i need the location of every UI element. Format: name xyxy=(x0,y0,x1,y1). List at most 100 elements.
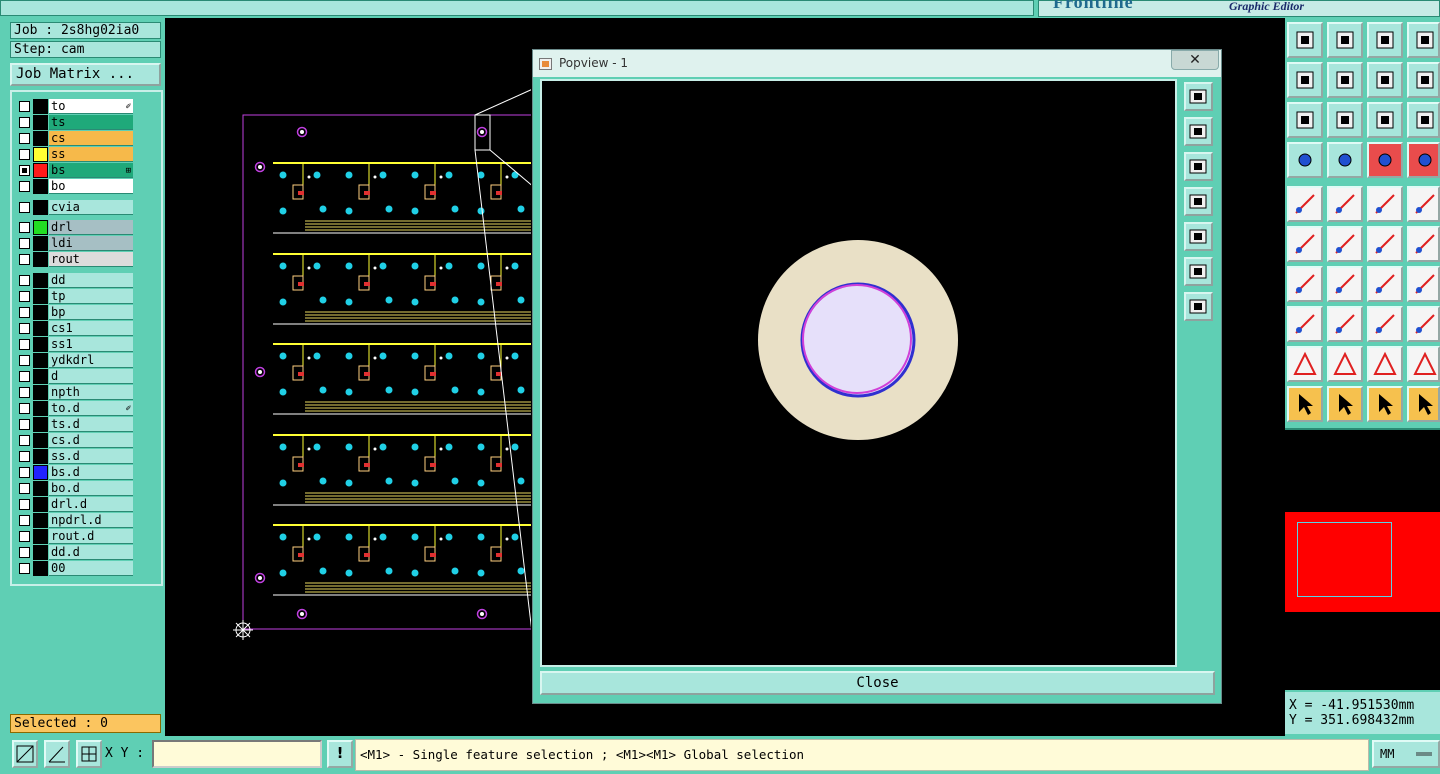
layer-row-npdrl.d[interactable]: npdrl.d xyxy=(14,513,134,528)
layer-checkbox[interactable] xyxy=(19,291,30,302)
layer-row-rout.d[interactable]: rout.d xyxy=(14,529,134,544)
layer-color-swatch[interactable] xyxy=(33,289,48,304)
warning-button[interactable]: ! xyxy=(327,740,353,768)
layer-checkbox[interactable] xyxy=(19,499,30,510)
layer-checkbox[interactable] xyxy=(19,222,30,233)
layer-name[interactable]: bo xyxy=(49,179,133,194)
help-icon[interactable] xyxy=(1407,102,1440,138)
layer-name[interactable]: bo.d xyxy=(49,481,133,496)
layer-checkbox[interactable] xyxy=(19,101,30,112)
layer-row-tp[interactable]: tp xyxy=(14,289,134,304)
layer-color-swatch[interactable] xyxy=(33,147,48,162)
layer-name[interactable]: ss.d xyxy=(49,449,133,464)
layer-row-ss.d[interactable]: ss.d xyxy=(14,449,134,464)
job-matrix-button[interactable]: Job Matrix ... xyxy=(10,63,161,86)
layer-checkbox[interactable] xyxy=(19,483,30,494)
layer-name[interactable]: drl xyxy=(49,220,133,235)
grid-corner-icon[interactable] xyxy=(1407,22,1440,58)
layer-name[interactable]: npth xyxy=(49,385,133,400)
layer-name[interactable]: ydkdrl xyxy=(49,353,133,368)
pad-add-icon[interactable] xyxy=(1287,186,1323,222)
layer-checkbox[interactable] xyxy=(19,238,30,249)
layer-name[interactable]: to ✐ xyxy=(49,99,133,114)
layer-checkbox[interactable] xyxy=(19,275,30,286)
layer-name[interactable]: tp xyxy=(49,289,133,304)
layer-name[interactable]: to.d ✐ xyxy=(49,401,133,416)
layer-name[interactable]: cvia xyxy=(49,200,133,215)
select-pointer-2-icon[interactable] xyxy=(1327,386,1363,422)
line-icon[interactable] xyxy=(1327,266,1363,302)
layer-color-swatch[interactable] xyxy=(33,305,48,320)
layer-checkbox[interactable] xyxy=(19,181,30,192)
layer-checkbox[interactable] xyxy=(19,531,30,542)
export-icon[interactable] xyxy=(1327,22,1363,58)
triangle-icon[interactable] xyxy=(1287,346,1323,382)
close-button[interactable]: Close xyxy=(540,671,1215,695)
home-icon[interactable] xyxy=(1287,22,1323,58)
layer-row-bp[interactable]: bp xyxy=(14,305,134,320)
layer-checkbox[interactable] xyxy=(19,165,30,176)
layer-color-swatch[interactable] xyxy=(33,417,48,432)
layer-name[interactable]: npdrl.d xyxy=(49,513,133,528)
layer-row-to[interactable]: to ✐ xyxy=(14,99,134,114)
layer-checkbox[interactable] xyxy=(19,254,30,265)
layer-color-swatch[interactable] xyxy=(33,465,48,480)
select-pointer-3-icon[interactable] xyxy=(1367,386,1403,422)
layer-checkbox[interactable] xyxy=(19,547,30,558)
box-icon[interactable] xyxy=(1367,306,1403,342)
layer-color-swatch[interactable] xyxy=(33,236,48,251)
layer-name[interactable]: cs1 xyxy=(49,321,133,336)
measure-tool-icon[interactable] xyxy=(1287,142,1323,178)
layer-name[interactable]: bs.d xyxy=(49,465,133,480)
layer-color-swatch[interactable] xyxy=(33,433,48,448)
dot-icon[interactable] xyxy=(1407,186,1440,222)
layer-name[interactable]: d xyxy=(49,369,133,384)
layer-name[interactable]: ss1 xyxy=(49,337,133,352)
layer-row-npth[interactable]: npth xyxy=(14,385,134,400)
house-icon[interactable] xyxy=(1367,22,1403,58)
layer-color-swatch[interactable] xyxy=(33,449,48,464)
overview-map[interactable] xyxy=(1285,428,1440,690)
arrow-right-icon[interactable] xyxy=(1327,62,1363,98)
layer-row-cvia[interactable]: cvia xyxy=(14,200,134,215)
net-compare-icon[interactable] xyxy=(1407,142,1440,178)
zoom-area-icon[interactable] xyxy=(12,740,38,768)
layer-name[interactable]: ldi xyxy=(49,236,133,251)
layer-color-swatch[interactable] xyxy=(33,529,48,544)
layer-row-ts.d[interactable]: ts.d xyxy=(14,417,134,432)
layer-row-drl.d[interactable]: drl.d xyxy=(14,497,134,512)
layer-name[interactable]: rout.d xyxy=(49,529,133,544)
grid-icon[interactable] xyxy=(1327,142,1363,178)
layer-checkbox[interactable] xyxy=(19,435,30,446)
zoom-fit-icon[interactable] xyxy=(1287,102,1323,138)
layer-color-swatch[interactable] xyxy=(33,385,48,400)
layer-row-00[interactable]: 00 xyxy=(14,561,134,576)
layer-name[interactable]: bp xyxy=(49,305,133,320)
layer-color-swatch[interactable] xyxy=(33,220,48,235)
layer-row-ss[interactable]: ss xyxy=(14,147,134,162)
arch-cross-icon[interactable] xyxy=(1407,346,1440,382)
graphic-canvas[interactable]: Popview - 1 ✕ Close xyxy=(165,18,1285,736)
arrow-left-icon[interactable] xyxy=(1287,62,1323,98)
layer-name[interactable]: bs ⊞ xyxy=(49,163,133,178)
layer-name[interactable]: rout xyxy=(49,252,133,267)
layer-row-bs.d[interactable]: bs.d xyxy=(14,465,134,480)
layer-row-d[interactable]: d xyxy=(14,369,134,384)
layer-checkbox[interactable] xyxy=(19,515,30,526)
net-highlight-icon[interactable] xyxy=(1367,142,1403,178)
layer-checkbox[interactable] xyxy=(19,339,30,350)
close-icon[interactable]: ✕ xyxy=(1171,50,1219,70)
flip-icon[interactable] xyxy=(1407,266,1440,302)
layer-color-swatch[interactable] xyxy=(33,321,48,336)
zoom-out-icon[interactable] xyxy=(1184,292,1213,321)
xy-input[interactable] xyxy=(152,740,322,768)
layer-color-swatch[interactable] xyxy=(33,163,48,178)
angle-measure-icon[interactable] xyxy=(44,740,70,768)
layer-checkbox[interactable] xyxy=(19,563,30,574)
minus-icon[interactable] xyxy=(1327,306,1363,342)
layer-row-cs1[interactable]: cs1 xyxy=(14,321,134,336)
arrow-pad-icon[interactable] xyxy=(1367,226,1403,262)
layer-row-dd[interactable]: dd xyxy=(14,273,134,288)
route-icon[interactable] xyxy=(1407,386,1440,422)
layer-name[interactable]: dd.d xyxy=(49,545,133,560)
